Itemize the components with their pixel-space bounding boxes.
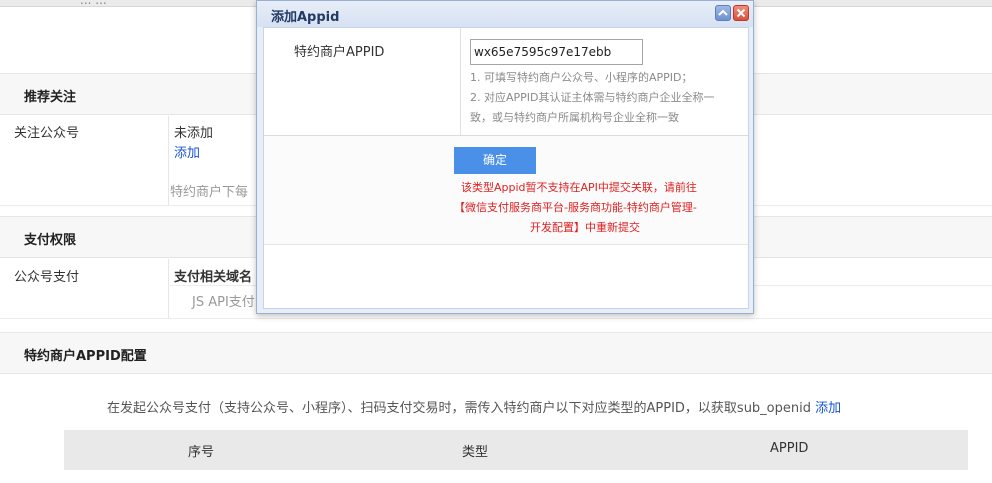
appid-description: 在发起公众号支付（支持公众号、小程序）、扫码支付交易时，需传入特约商户以下对应类… (107, 397, 841, 416)
row-separator (168, 259, 169, 319)
close-icon[interactable] (733, 5, 749, 21)
section-appid-header: 特约商户APPID配置 (0, 332, 992, 374)
col-header-index: 序号 (188, 445, 215, 460)
error-line-1: 该类型Appid暂不支持在API中提交关联，请前往 (461, 181, 697, 194)
add-appid-link[interactable]: 添加 (815, 401, 841, 416)
appid-table-header: 序号 类型 APPID (64, 430, 968, 470)
jsapi-pay-label: JS API支付 (192, 295, 255, 310)
col-header-type: 类型 (462, 445, 489, 460)
collapse-icon[interactable] (715, 5, 731, 21)
add-appid-dialog: 添加Appid 特约商户APPID 1. 可填写特约商户公众号、小程序的APPI… (256, 0, 754, 314)
dialog-titlebar[interactable]: 添加Appid (257, 1, 753, 27)
section-payment-title: 支付权限 (24, 233, 77, 248)
hint-line-2: 2. 对应APPID其认证主体需与特约商户企业全称一 (470, 91, 715, 104)
dialog-footer: 确定 该类型Appid暂不支持在API中提交关联，请前往 【微信支付服务商平台-… (264, 136, 748, 244)
form-separator (460, 28, 461, 135)
pay-domain-header: 支付相关域名 (174, 270, 253, 285)
error-line-3: 开发配置】中重新提交 (530, 221, 640, 234)
appid-description-text: 在发起公众号支付（支持公众号、小程序）、扫码支付交易时，需传入特约商户以下对应类… (107, 401, 811, 416)
top-nav-text: ... ... (80, 0, 107, 7)
section-recommend-title: 推荐关注 (24, 90, 77, 105)
dialog-body: 特约商户APPID 1. 可填写特约商户公众号、小程序的APPID； 2. 对应… (263, 27, 749, 309)
follow-note: 特约商户下每 (170, 185, 249, 200)
confirm-button[interactable]: 确定 (454, 147, 536, 174)
hint-line-1: 1. 可填写特约商户公众号、小程序的APPID； (470, 71, 693, 84)
col-header-appid: APPID (770, 441, 809, 456)
error-line-2: 【微信支付服务商平台-服务商功能-特约商户管理- (454, 201, 697, 214)
footer-divider (264, 244, 748, 245)
appid-input[interactable] (470, 39, 643, 65)
follow-status: 未添加 (174, 126, 214, 141)
follow-account-label: 关注公众号 (14, 126, 80, 141)
add-follow-account-link[interactable]: 添加 (174, 142, 200, 161)
official-account-pay-label: 公众号支付 (14, 270, 80, 285)
hint-line-3: 致，或与特约商户所属机构号企业全称一致 (470, 111, 679, 124)
dialog-title: 添加Appid (271, 10, 340, 25)
divider (0, 318, 992, 319)
appid-field-label: 特约商户APPID (294, 45, 385, 60)
section-appid-title: 特约商户APPID配置 (24, 349, 147, 364)
row-separator (168, 116, 169, 206)
